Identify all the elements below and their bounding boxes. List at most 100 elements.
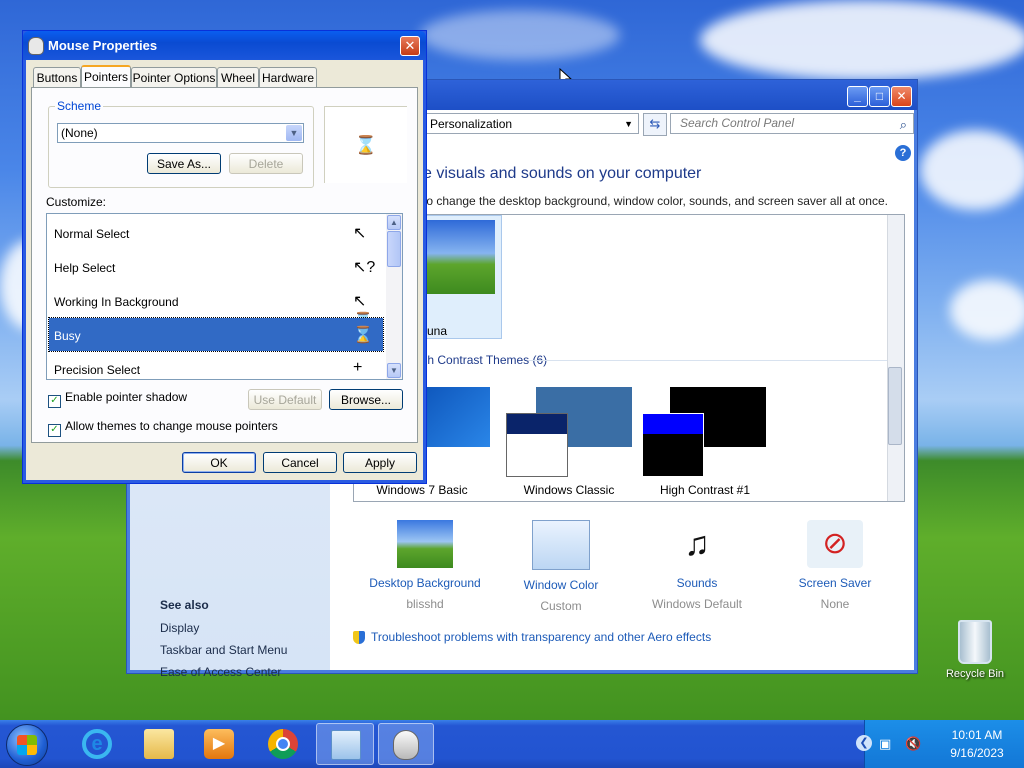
troubleshoot-link[interactable]: Troubleshoot problems with transparency … [353,630,711,645]
theme-high-contrast-1[interactable]: High Contrast #1 [640,387,770,497]
scheme-value: (None) [61,126,98,140]
link-ease-of-access[interactable]: Ease of Access Center [160,665,287,679]
theme-thumbnail-window [642,413,704,477]
setting-screen-saver[interactable]: ⊘ Screen Saver None [765,520,905,611]
theme-label: Windows 7 Basic [376,483,468,497]
setting-value: Windows Default [651,597,743,611]
chrome-center [276,737,290,751]
list-item-label: Busy [54,329,81,343]
taskbar-explorer[interactable] [132,723,184,765]
list-item[interactable]: Working In Background ↖⌛ [49,284,383,330]
taskbar-control-panel[interactable] [316,723,374,765]
search-icon[interactable]: ⌕ [900,115,907,134]
tab-pointer-options[interactable]: Pointer Options [131,67,217,88]
chevron-left-icon[interactable]: ❮ [856,735,872,751]
theme-label: High Contrast #1 [659,483,751,497]
list-item[interactable]: Help Select ↖? [49,250,383,283]
checkbox-checked-icon[interactable]: ✓ [48,395,61,408]
start-button[interactable] [6,724,48,766]
list-item-label: Working In Background [54,295,179,309]
tab-wheel[interactable]: Wheel [217,67,259,88]
list-item[interactable]: Normal Select ↖ [49,216,383,249]
help-icon[interactable]: ? [895,145,911,161]
taskbar-media-player[interactable]: ▶ [192,723,244,765]
tab-buttons[interactable]: Buttons [33,67,81,88]
taskbar-ie[interactable]: e [70,723,122,765]
hourglass-icon: ⌛ [353,327,373,344]
scroll-down-icon[interactable]: ▼ [387,363,401,378]
cancel-button[interactable]: Cancel [263,452,337,473]
theme-thumbnail-window [506,413,568,477]
ok-button[interactable]: OK [182,452,256,473]
network-icon[interactable]: ▣ [879,736,895,751]
window-title [507,414,567,434]
setting-value: blisshd [406,597,444,611]
dialog-close-button[interactable]: ✕ [400,36,420,56]
search-input[interactable]: Search Control Panel ⌕ [670,113,914,134]
mouse-icon [28,37,44,55]
theme-scrollbar-thumb[interactable] [888,367,902,445]
apply-button[interactable]: Apply [343,452,417,473]
chevron-down-icon[interactable]: ▼ [624,114,633,135]
windows-logo-icon [17,735,37,755]
list-item-selected[interactable]: Busy ⌛ [48,317,384,352]
theme-luna-thumbnail [425,220,495,294]
list-item-label: Normal Select [54,227,130,241]
refresh-icon[interactable]: ⇆ [643,113,667,136]
help-cursor-icon: ↖? [353,259,376,276]
setting-label: Sounds [676,576,718,590]
list-scrollbar-thumb[interactable] [387,231,401,267]
save-as-button[interactable]: Save As... [147,153,221,174]
checkbox-checked-icon[interactable]: ✓ [48,424,61,437]
screen-saver-icon: ⊘ [807,520,863,568]
link-taskbar[interactable]: Taskbar and Start Menu [160,643,287,657]
dialog-title: Mouse Properties [48,38,158,53]
crosshair-icon: + [353,359,363,376]
setting-window-color[interactable]: Window Color Custom [491,520,631,613]
link-display[interactable]: Display [160,621,287,635]
setting-desktop-background[interactable]: Desktop Background blisshd [355,520,495,611]
customize-label: Customize: [46,195,107,209]
close-button[interactable]: ✕ [891,86,912,107]
list-item[interactable]: Precision Select + [49,352,383,379]
minimize-button[interactable]: _ [847,86,868,107]
scroll-up-icon[interactable]: ▲ [387,215,401,230]
recycle-bin-label: Recycle Bin [945,668,1005,680]
setting-value: Custom [540,599,582,613]
allow-themes-checkbox[interactable]: ✓ Allow themes to change mouse pointers [48,419,278,437]
use-default-button[interactable]: Use Default [248,389,322,410]
maximize-button[interactable]: □ [869,86,890,107]
taskbar-chrome[interactable] [256,723,308,765]
see-also: See also Display Taskbar and Start Menu … [160,598,287,687]
theme-luna[interactable]: una [422,215,502,339]
chevron-down-icon[interactable]: ▼ [286,125,302,141]
chrome-icon [268,729,298,759]
see-also-heading: See also [160,598,209,612]
taskbar-mouse-properties[interactable] [378,723,434,765]
arrow-cursor-icon: ↖ [353,225,367,242]
cloud [950,280,1024,340]
setting-sounds[interactable]: ♫ Sounds Windows Default [627,520,767,611]
theme-scrollbar[interactable] [887,215,904,501]
delete-button[interactable]: Delete [229,153,303,174]
browse-button[interactable]: Browse... [329,389,403,410]
recycle-bin[interactable]: Recycle Bin [942,620,1008,680]
taskbar: e ▶ ❮ ▣ 🔇 10:01 AM 9/16/2023 [0,720,1024,768]
scheme-select[interactable]: (None) ▼ [57,123,304,143]
address-bar[interactable]: Personalization ▼ [423,113,639,134]
setting-label: Screen Saver [798,576,872,590]
control-panel-icon [331,730,361,760]
volume-muted-icon[interactable]: 🔇 [905,736,921,751]
desktop-background-icon [397,520,453,568]
theme-windows-classic[interactable]: Windows Classic [504,387,634,497]
system-tray: ❮ ▣ 🔇 10:01 AM 9/16/2023 [856,720,1024,768]
page-subtitle: to change the desktop background, window… [423,194,888,208]
theme-list: una igh Contrast Themes (6) Windows 7 Ba… [353,214,905,502]
pointer-list[interactable]: Normal Select ↖ Help Select ↖? Working I… [46,213,403,380]
dialog-title-bar[interactable]: Mouse Properties ✕ [23,31,426,60]
enable-shadow-checkbox[interactable]: ✓ Enable pointer shadow [48,390,187,408]
folder-icon [144,729,174,759]
tab-hardware[interactable]: Hardware [259,67,317,88]
clock[interactable]: 10:01 AM 9/16/2023 [937,726,1017,762]
shield-icon [353,631,365,645]
